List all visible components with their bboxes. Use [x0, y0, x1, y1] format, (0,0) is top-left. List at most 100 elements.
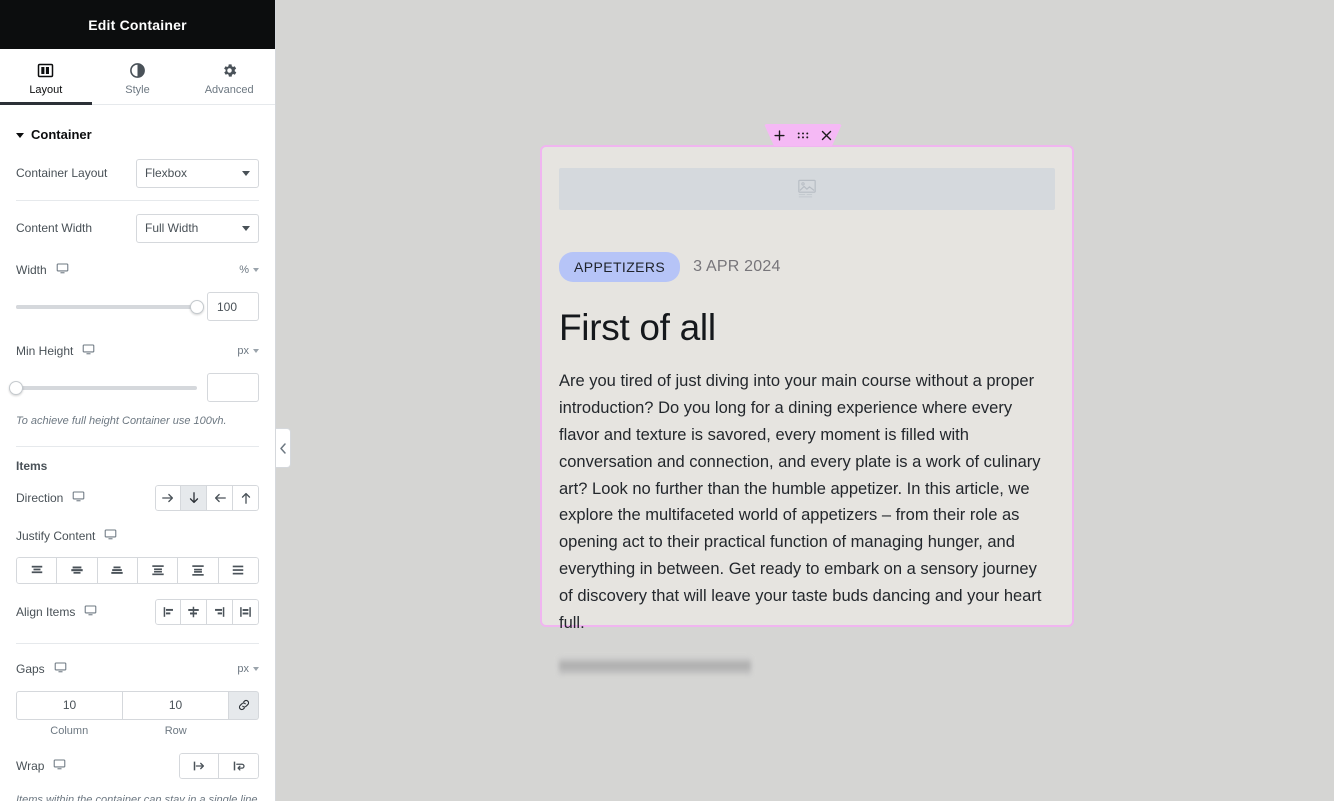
- desktop-icon[interactable]: [72, 490, 85, 506]
- justify-option-space-evenly[interactable]: [218, 556, 259, 584]
- desktop-icon[interactable]: [56, 262, 69, 278]
- min-height-unit-value: px: [237, 345, 249, 357]
- panel-tabs: Layout Style Advanced: [0, 49, 275, 105]
- justify-option-flex-end[interactable]: [97, 556, 138, 584]
- direction-option-column-reverse[interactable]: [233, 484, 259, 511]
- container-layout-label: Container Layout: [16, 166, 108, 180]
- desktop-icon[interactable]: [104, 528, 117, 544]
- align-option-flex-end[interactable]: [207, 598, 233, 625]
- wrap-icon: [233, 761, 245, 771]
- tab-advanced-label: Advanced: [204, 83, 254, 96]
- content-width-value: Full Width: [145, 221, 199, 235]
- content-width-select[interactable]: Full Width: [136, 213, 259, 243]
- desktop-icon[interactable]: [82, 343, 95, 359]
- direction-option-row-reverse[interactable]: [207, 484, 233, 511]
- desktop-icon[interactable]: [53, 758, 66, 774]
- delete-element-button[interactable]: [821, 130, 832, 141]
- justify-content-choices: [16, 556, 259, 584]
- wrap-hint: Items within the container can stay in a…: [16, 793, 258, 801]
- items-section-title: Items: [16, 458, 48, 473]
- desktop-icon[interactable]: [84, 604, 97, 620]
- chevron-left-icon: [280, 442, 286, 454]
- tab-style-label: Style: [125, 83, 150, 96]
- justify-option-space-around[interactable]: [178, 556, 219, 584]
- panel-body: Container Container Layout Flexbox Conte…: [0, 105, 275, 801]
- justify-option-center[interactable]: [57, 556, 98, 584]
- justify-content-label-text: Justify Content: [16, 528, 96, 543]
- width-slider-knob[interactable]: [190, 299, 204, 314]
- gaps-sublabels: Column Row: [16, 725, 259, 737]
- justify-option-space-between[interactable]: [137, 556, 179, 584]
- post-body[interactable]: Are you tired of just diving into your m…: [559, 368, 1051, 637]
- control-container-layout: Container Layout Flexbox: [16, 158, 259, 188]
- control-justify-content: Justify Content: [16, 521, 259, 551]
- wrap-option-wrap[interactable]: [219, 752, 259, 779]
- arrow-left-icon: [214, 493, 226, 503]
- wrap-label-text: Wrap: [16, 758, 45, 773]
- min-height-unit-selector[interactable]: px: [237, 345, 259, 357]
- width-input[interactable]: 100: [207, 292, 259, 321]
- wrap-option-nowrap[interactable]: [179, 752, 219, 779]
- desktop-icon[interactable]: [54, 661, 67, 677]
- add-element-button[interactable]: [774, 130, 785, 141]
- gap-link-toggle[interactable]: [229, 690, 259, 720]
- drag-handle[interactable]: [797, 131, 809, 140]
- container-layout-select[interactable]: Flexbox: [136, 158, 259, 188]
- align-option-center[interactable]: [181, 598, 207, 625]
- width-label: Width: [16, 262, 69, 278]
- plus-icon: [774, 130, 785, 141]
- width-slider-track[interactable]: [16, 299, 204, 314]
- width-input-value: 100: [217, 299, 238, 314]
- tab-advanced[interactable]: Advanced: [183, 49, 275, 104]
- direction-label: Direction: [16, 490, 85, 506]
- gap-row-input[interactable]: 10: [123, 690, 229, 720]
- align-items-label-text: Align Items: [16, 604, 76, 619]
- half-circle-icon: [129, 62, 146, 79]
- container-layout-value: Flexbox: [145, 166, 188, 180]
- min-height-label-text: Min Height: [16, 344, 74, 358]
- gap-row-value: 10: [168, 698, 183, 713]
- gaps-label: Gaps: [16, 661, 67, 677]
- justify-space-around-icon: [192, 565, 204, 577]
- justify-content-label: Justify Content: [16, 528, 117, 544]
- justify-option-flex-start[interactable]: [16, 556, 58, 584]
- editor-canvas: APPETIZERS 3 APR 2024 First of all Are y…: [276, 0, 1334, 801]
- link-icon: [238, 700, 249, 711]
- tab-style[interactable]: Style: [92, 49, 184, 104]
- width-unit-selector[interactable]: %: [239, 264, 259, 276]
- gaps-inputs: 10 10: [16, 690, 259, 720]
- min-height-slider-knob[interactable]: [9, 380, 23, 395]
- featured-image-placeholder[interactable]: [559, 168, 1055, 210]
- wrap-label: Wrap: [16, 758, 66, 774]
- align-center-icon: [188, 606, 199, 618]
- post-title[interactable]: First of all: [559, 307, 1055, 349]
- min-height-input[interactable]: [207, 373, 259, 402]
- post-meta: APPETIZERS 3 APR 2024: [559, 252, 1055, 282]
- chevron-down-icon: [242, 226, 250, 231]
- tab-layout[interactable]: Layout: [0, 49, 92, 105]
- gap-column-input[interactable]: 10: [16, 690, 123, 720]
- control-content-width: Content Width Full Width: [16, 213, 259, 243]
- align-option-stretch[interactable]: [233, 598, 259, 625]
- post-category-badge[interactable]: APPETIZERS: [559, 252, 681, 282]
- section-container-header[interactable]: Container: [16, 105, 259, 158]
- direction-choices: [155, 484, 259, 511]
- post-date: 3 APR 2024: [693, 258, 781, 275]
- chevron-down-icon: [16, 132, 24, 138]
- control-width: Width %: [16, 255, 259, 285]
- close-x-icon: [821, 130, 832, 141]
- min-height-slider-row: [9, 373, 259, 402]
- min-height-slider-track[interactable]: [9, 380, 197, 395]
- control-direction: Direction: [16, 483, 259, 513]
- justify-center-icon: [71, 566, 83, 575]
- align-option-flex-start[interactable]: [155, 598, 181, 625]
- panel-collapse-handle[interactable]: [276, 428, 291, 468]
- gaps-unit-selector[interactable]: px: [237, 663, 259, 675]
- chevron-down-icon: [242, 171, 250, 176]
- direction-option-row[interactable]: [155, 484, 181, 511]
- direction-option-column[interactable]: [181, 484, 207, 511]
- panel-title: Edit Container: [88, 16, 187, 33]
- post-container[interactable]: APPETIZERS 3 APR 2024 First of all Are y…: [540, 145, 1074, 675]
- arrow-right-icon: [162, 493, 174, 503]
- gear-icon: [221, 62, 238, 79]
